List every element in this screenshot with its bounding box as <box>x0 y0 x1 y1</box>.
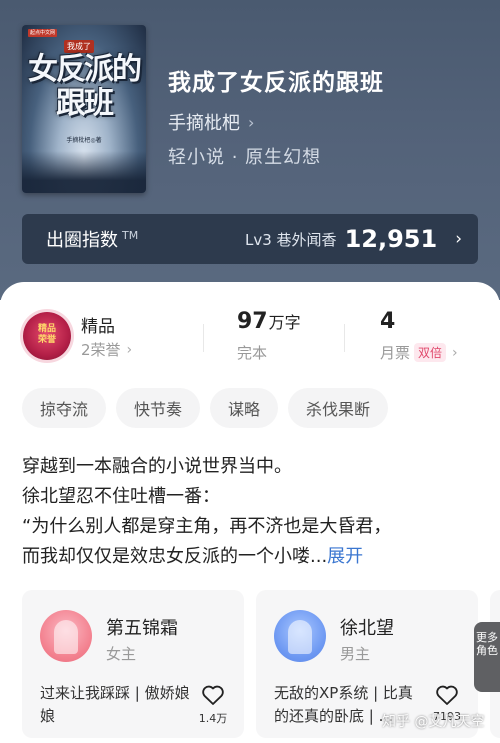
monthly-votes-link[interactable]: 月票 双倍 › <box>380 342 458 363</box>
quality-title: 精品 <box>81 317 115 337</box>
synopsis-line-last: 而我却仅仅是效忠女反派的一个小喽...展开 <box>22 542 482 572</box>
synopsis-line: 而我却仅仅是效忠女反派的一个小喽... <box>22 546 328 567</box>
completion-status: 完本 <box>237 344 268 362</box>
synopsis-line: 徐北望忍不住吐槽一番： <box>22 486 220 507</box>
avatar <box>40 610 92 662</box>
cover-author: 手摘枇杷◎著 <box>66 137 102 144</box>
heart-icon <box>202 685 224 705</box>
cover-castle-art <box>22 151 146 193</box>
honors-count: 2荣誉 <box>81 341 121 359</box>
character-card[interactable]: 第五锦霜 女主 过来让我踩踩 | 傲娇娘娘 1.4万 <box>22 590 244 738</box>
quality-medal-icon[interactable]: 精品 荣誉 <box>23 312 71 360</box>
book-header: 起点中文网 我成了 女反派的跟班 手摘枇杷◎著 我成了女反派的跟班 手摘枇杷 ›… <box>0 0 500 300</box>
chevron-right-icon: › <box>126 341 133 358</box>
book-detail-card: 精品 荣誉 精品 2荣誉 › 97万字 完本 4 月票 双倍 › 掠夺流 快节奏… <box>0 282 500 743</box>
stats-row: 精品 荣誉 精品 2荣誉 › 97万字 完本 4 月票 双倍 › <box>0 282 500 372</box>
cover-title-art: 女反派的跟班 <box>28 52 142 121</box>
word-count-value: 97 <box>237 309 268 334</box>
monthly-votes-value: 4 <box>380 309 396 334</box>
tag-chip[interactable]: 谋略 <box>210 388 279 428</box>
synopsis-line: “为什么别人都是穿主角，再不济也是大昏君， <box>22 516 392 537</box>
chevron-right-icon: › <box>452 344 458 361</box>
book-genre: 轻小说 · 原生幻想 <box>168 147 322 168</box>
character-name: 第五锦霜 <box>106 618 178 639</box>
word-count-unit: 万字 <box>268 313 301 332</box>
avatar-silhouette-icon <box>54 620 78 654</box>
author-name: 手摘枇杷 <box>168 113 240 134</box>
character-name: 徐北望 <box>340 618 394 639</box>
tag-chip[interactable]: 掠夺流 <box>22 388 107 428</box>
book-cover[interactable]: 起点中文网 我成了 女反派的跟班 手摘枇杷◎著 <box>22 25 146 193</box>
synopsis-line: 穿越到一本融合的小说世界当中。 <box>22 456 292 477</box>
popularity-index-bar[interactable]: 出圈指数 TM Lv3 巷外闻香 12,951 › <box>22 214 478 264</box>
word-count: 97万字 <box>237 309 301 334</box>
book-title: 我成了女反派的跟班 <box>168 70 384 96</box>
author-link[interactable]: 手摘枇杷 › <box>168 109 254 135</box>
watermark: 知乎 @艾凡天空 <box>382 714 485 730</box>
chevron-right-icon: › <box>248 112 255 132</box>
expand-link[interactable]: 展开 <box>327 546 363 567</box>
character-role: 女主 <box>106 645 137 663</box>
like-count: 1.4万 <box>198 712 228 725</box>
medal-text: 精品 荣誉 <box>37 324 56 345</box>
double-vote-badge: 双倍 <box>414 343 447 362</box>
stats-divider <box>203 324 204 352</box>
avatar <box>274 610 326 662</box>
trademark-mark: TM <box>122 228 139 242</box>
chevron-right-icon: › <box>455 229 462 249</box>
tag-chip[interactable]: 杀伐果断 <box>288 388 389 428</box>
character-role: 男主 <box>340 645 371 663</box>
more-characters-button[interactable]: 更多角色 <box>474 622 500 692</box>
index-level: Lv3 巷外闻香 <box>245 230 337 249</box>
character-desc: 过来让我踩踩 | 傲娇娘娘 <box>40 684 190 725</box>
index-label: 出圈指数 <box>46 230 118 251</box>
stats-divider <box>344 324 345 352</box>
index-value: 12,951 <box>344 225 438 253</box>
tag-chip[interactable]: 快节奏 <box>116 388 201 428</box>
synopsis[interactable]: 穿越到一本融合的小说世界当中。 徐北望忍不住吐槽一番： “为什么别人都是穿主角，… <box>22 452 482 572</box>
tag-list: 掠夺流 快节奏 谋略 杀伐果断 <box>22 388 389 428</box>
monthly-votes-label: 月票 <box>380 344 411 362</box>
avatar-silhouette-icon <box>288 620 312 654</box>
cover-publisher-badge: 起点中文网 <box>28 29 58 37</box>
heart-icon <box>436 685 458 705</box>
honors-link[interactable]: 2荣誉 › <box>81 339 132 360</box>
like-button[interactable]: 1.4万 <box>196 684 230 726</box>
